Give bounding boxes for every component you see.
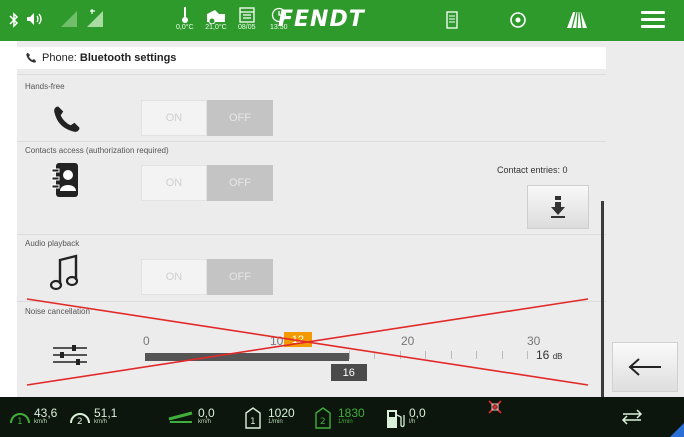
rpm1-readout: 1 1020 1/min [243,407,295,429]
back-button[interactable] [612,342,678,392]
signal-icon [60,10,78,28]
speedometer-1-icon: 1 [10,413,30,427]
status-bar: 0,0°C 21,0°C 08/05 13:50 FENDT [0,0,684,41]
speed2-readout: 2 51,1 km/h [68,407,117,427]
cabin-temp-icon [207,10,225,24]
corner-indicator [670,423,684,437]
svg-text:2: 2 [77,417,83,427]
audio-on[interactable]: ON [141,259,207,295]
contacts-on[interactable]: ON [141,165,207,201]
audio-label: Audio playback [25,239,80,248]
thermometer-icon [181,7,188,23]
speed3-readout: 0,0 km/h [168,407,215,426]
svg-text:1: 1 [250,417,256,427]
bluetooth-settings-panel: Phone: Bluetooth settings Hands-free ON … [17,41,606,397]
audio-off[interactable]: OFF [207,259,273,295]
bottom-status-bar: 1 43,6 km/h 2 51,1 km/h 0,0 km/h 1 1020 1/mi… [0,397,684,437]
svg-text:1: 1 [17,417,23,427]
engine-rpm-icon: 1 [245,407,261,429]
panel-header-prefix: Phone: [42,52,77,64]
speedometer-2-icon: 2 [70,413,90,427]
music-note-icon [49,254,80,299]
audio-toggle[interactable]: ON OFF [141,259,273,295]
swap-icon[interactable] [621,409,643,430]
divider [17,74,606,75]
handset-icon [52,104,82,139]
panel-title: Bluetooth settings [79,52,177,64]
memory-card-icon[interactable] [446,11,458,29]
handsfree-label: Hands-free [25,82,65,91]
handsfree-off[interactable]: OFF [207,100,273,136]
divider [17,234,606,235]
pto-rpm-icon: 2 [315,407,331,429]
download-contacts-button[interactable] [527,185,589,229]
rpm2-readout: 2 1830 1/min [313,407,365,429]
divider [17,141,606,142]
gps-signal-icon [86,8,104,28]
handsfree-toggle[interactable]: ON OFF [141,100,273,136]
contacts-book-icon [51,162,81,203]
handsfree-on[interactable]: ON [141,100,207,136]
disabled-cross-overlay [26,298,589,386]
contacts-label: Contacts access (authorization required) [25,146,169,155]
panel-header: Phone: Bluetooth settings [17,47,606,69]
contacts-toggle[interactable]: ON OFF [141,165,273,201]
download-arrow-icon [551,196,565,218]
contacts-off[interactable]: OFF [207,165,273,201]
field-guidance-icon[interactable] [566,11,588,29]
brand-logo: FENDT [278,7,365,32]
bluetooth-icon [9,12,19,28]
calendar-icon [239,7,255,23]
ground-speed-icon [168,411,193,423]
steering-wheel-icon[interactable] [509,11,527,29]
volume-icon [26,12,44,26]
menu-button[interactable] [641,11,665,29]
fuel-readout: 0,0 l/h [385,407,426,429]
implement-warning-icon [487,399,503,420]
back-arrow-icon [628,358,661,376]
speed1-readout: 1 43,6 km/h [8,407,57,427]
scrollbar[interactable] [601,201,604,397]
phone-icon [26,53,36,63]
svg-text:2: 2 [320,417,326,427]
contact-entries-count: Contact entries: 0 [497,165,568,175]
date-display: 08/05 [238,6,256,32]
fuel-pump-icon [387,410,405,428]
cabin-temperature: 21,0°C [205,6,227,32]
outside-temperature: 0,0°C [176,6,194,32]
